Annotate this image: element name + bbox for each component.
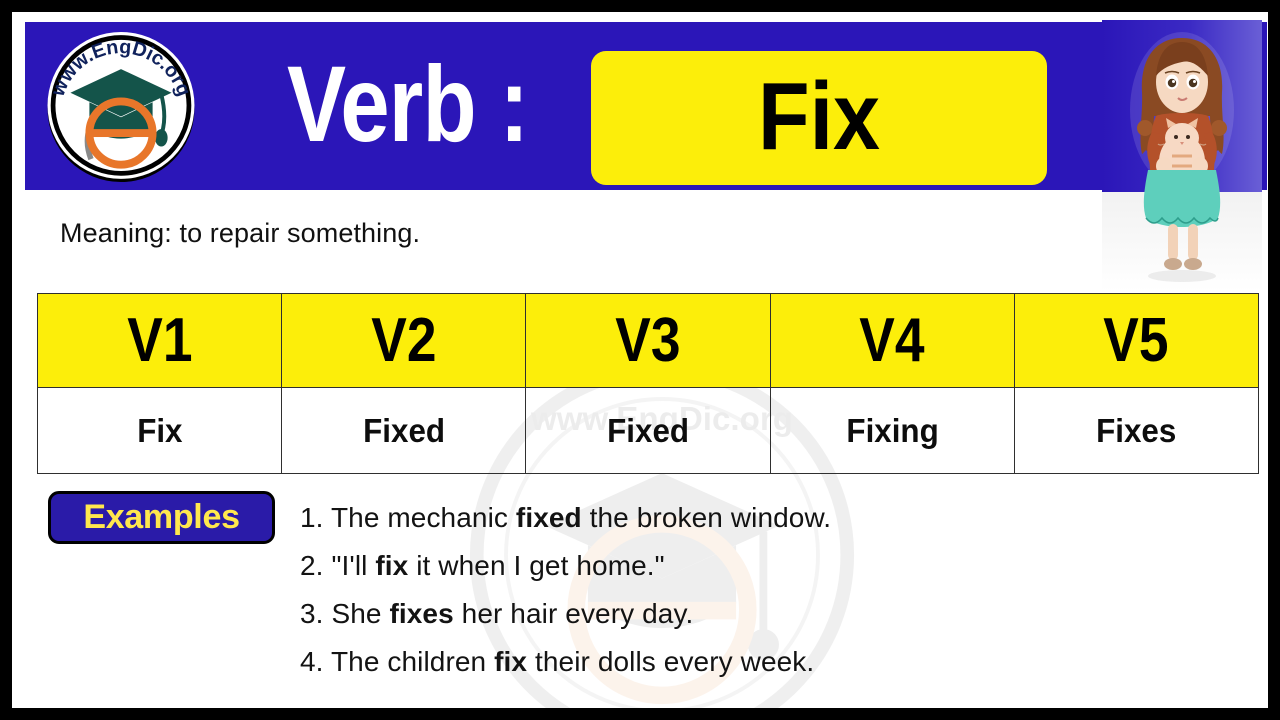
example-highlight: fix — [494, 646, 528, 677]
verb-form: Fixed — [607, 411, 689, 449]
examples-badge: Examples — [48, 491, 275, 544]
engdic-logo-icon: www.EngDic.org — [47, 31, 195, 183]
example-item: 2. "I'll fix it when I get home." — [300, 542, 1180, 590]
example-text-pre: The children — [330, 646, 495, 677]
header-label: V5 — [1103, 306, 1169, 375]
example-text-pre: The mechanic — [330, 502, 516, 533]
verb-form-cell: Fixing — [769, 387, 1015, 474]
verb-form-cell: Fixed — [281, 387, 527, 474]
example-number: 4. — [300, 646, 324, 677]
example-text-post: it when I get home." — [408, 550, 665, 581]
example-text-post: the broken window. — [581, 502, 832, 533]
verb-word-box: Fix — [591, 51, 1047, 185]
example-text-pre: She — [331, 598, 390, 629]
example-item: 4. The children fix their dolls every we… — [300, 638, 1180, 686]
example-number: 2. — [300, 550, 324, 581]
table-header-row: V1 V2 V3 V4 V5 — [36, 293, 1260, 388]
verb-forms-poster: www.EngDic.org www.EngDic.org Verb: Fix… — [0, 0, 1280, 720]
verb-form: Fix — [136, 411, 183, 449]
table-header-cell: V3 — [525, 293, 771, 388]
example-highlight: fixed — [515, 502, 582, 533]
table-header-cell: V4 — [769, 293, 1015, 388]
example-text-post: her hair every day. — [453, 598, 694, 629]
verb-word: Fix — [757, 63, 881, 170]
header-label: V4 — [859, 306, 925, 375]
header-label: V1 — [126, 306, 193, 375]
verb-forms-table: V1 V2 V3 V4 V5 Fix Fixed Fixed Fixing Fi… — [36, 293, 1260, 474]
example-number: 1. — [300, 502, 324, 533]
example-text-pre: "I'll — [331, 550, 376, 581]
example-number: 3. — [300, 598, 324, 629]
verb-form-cell: Fix — [36, 387, 283, 474]
example-item: 1. The mechanic fixed the broken window. — [300, 494, 1180, 542]
girl-holding-cat-illustration — [1102, 20, 1262, 292]
table-row: Fix Fixed Fixed Fixing Fixes — [36, 387, 1260, 474]
page-title: Verb : — [287, 43, 529, 164]
verb-form: Fixes — [1096, 411, 1177, 449]
verb-form: Fixing — [845, 411, 939, 449]
verb-form-cell: Fixed — [525, 387, 771, 474]
example-highlight: fixes — [389, 598, 454, 629]
example-item: 3. She fixes her hair every day. — [300, 590, 1180, 638]
verb-form: Fixed — [362, 411, 445, 449]
meaning-text: Meaning: to repair something. — [60, 218, 421, 248]
table-header-cell: V5 — [1013, 293, 1260, 388]
table-header-cell: V2 — [281, 293, 527, 388]
header-label: V3 — [615, 306, 681, 375]
table-header-cell: V1 — [36, 293, 283, 388]
header-bar: www.EngDic.org Verb : Fix — [25, 22, 1267, 190]
example-highlight: fix — [375, 550, 409, 581]
examples-badge-label: Examples — [83, 498, 240, 536]
verb-form-cell: Fixes — [1013, 387, 1260, 474]
examples-list: 1. The mechanic fixed the broken window.… — [300, 494, 1180, 686]
example-text-post: their dolls every week. — [527, 646, 815, 677]
header-label: V2 — [371, 306, 437, 375]
